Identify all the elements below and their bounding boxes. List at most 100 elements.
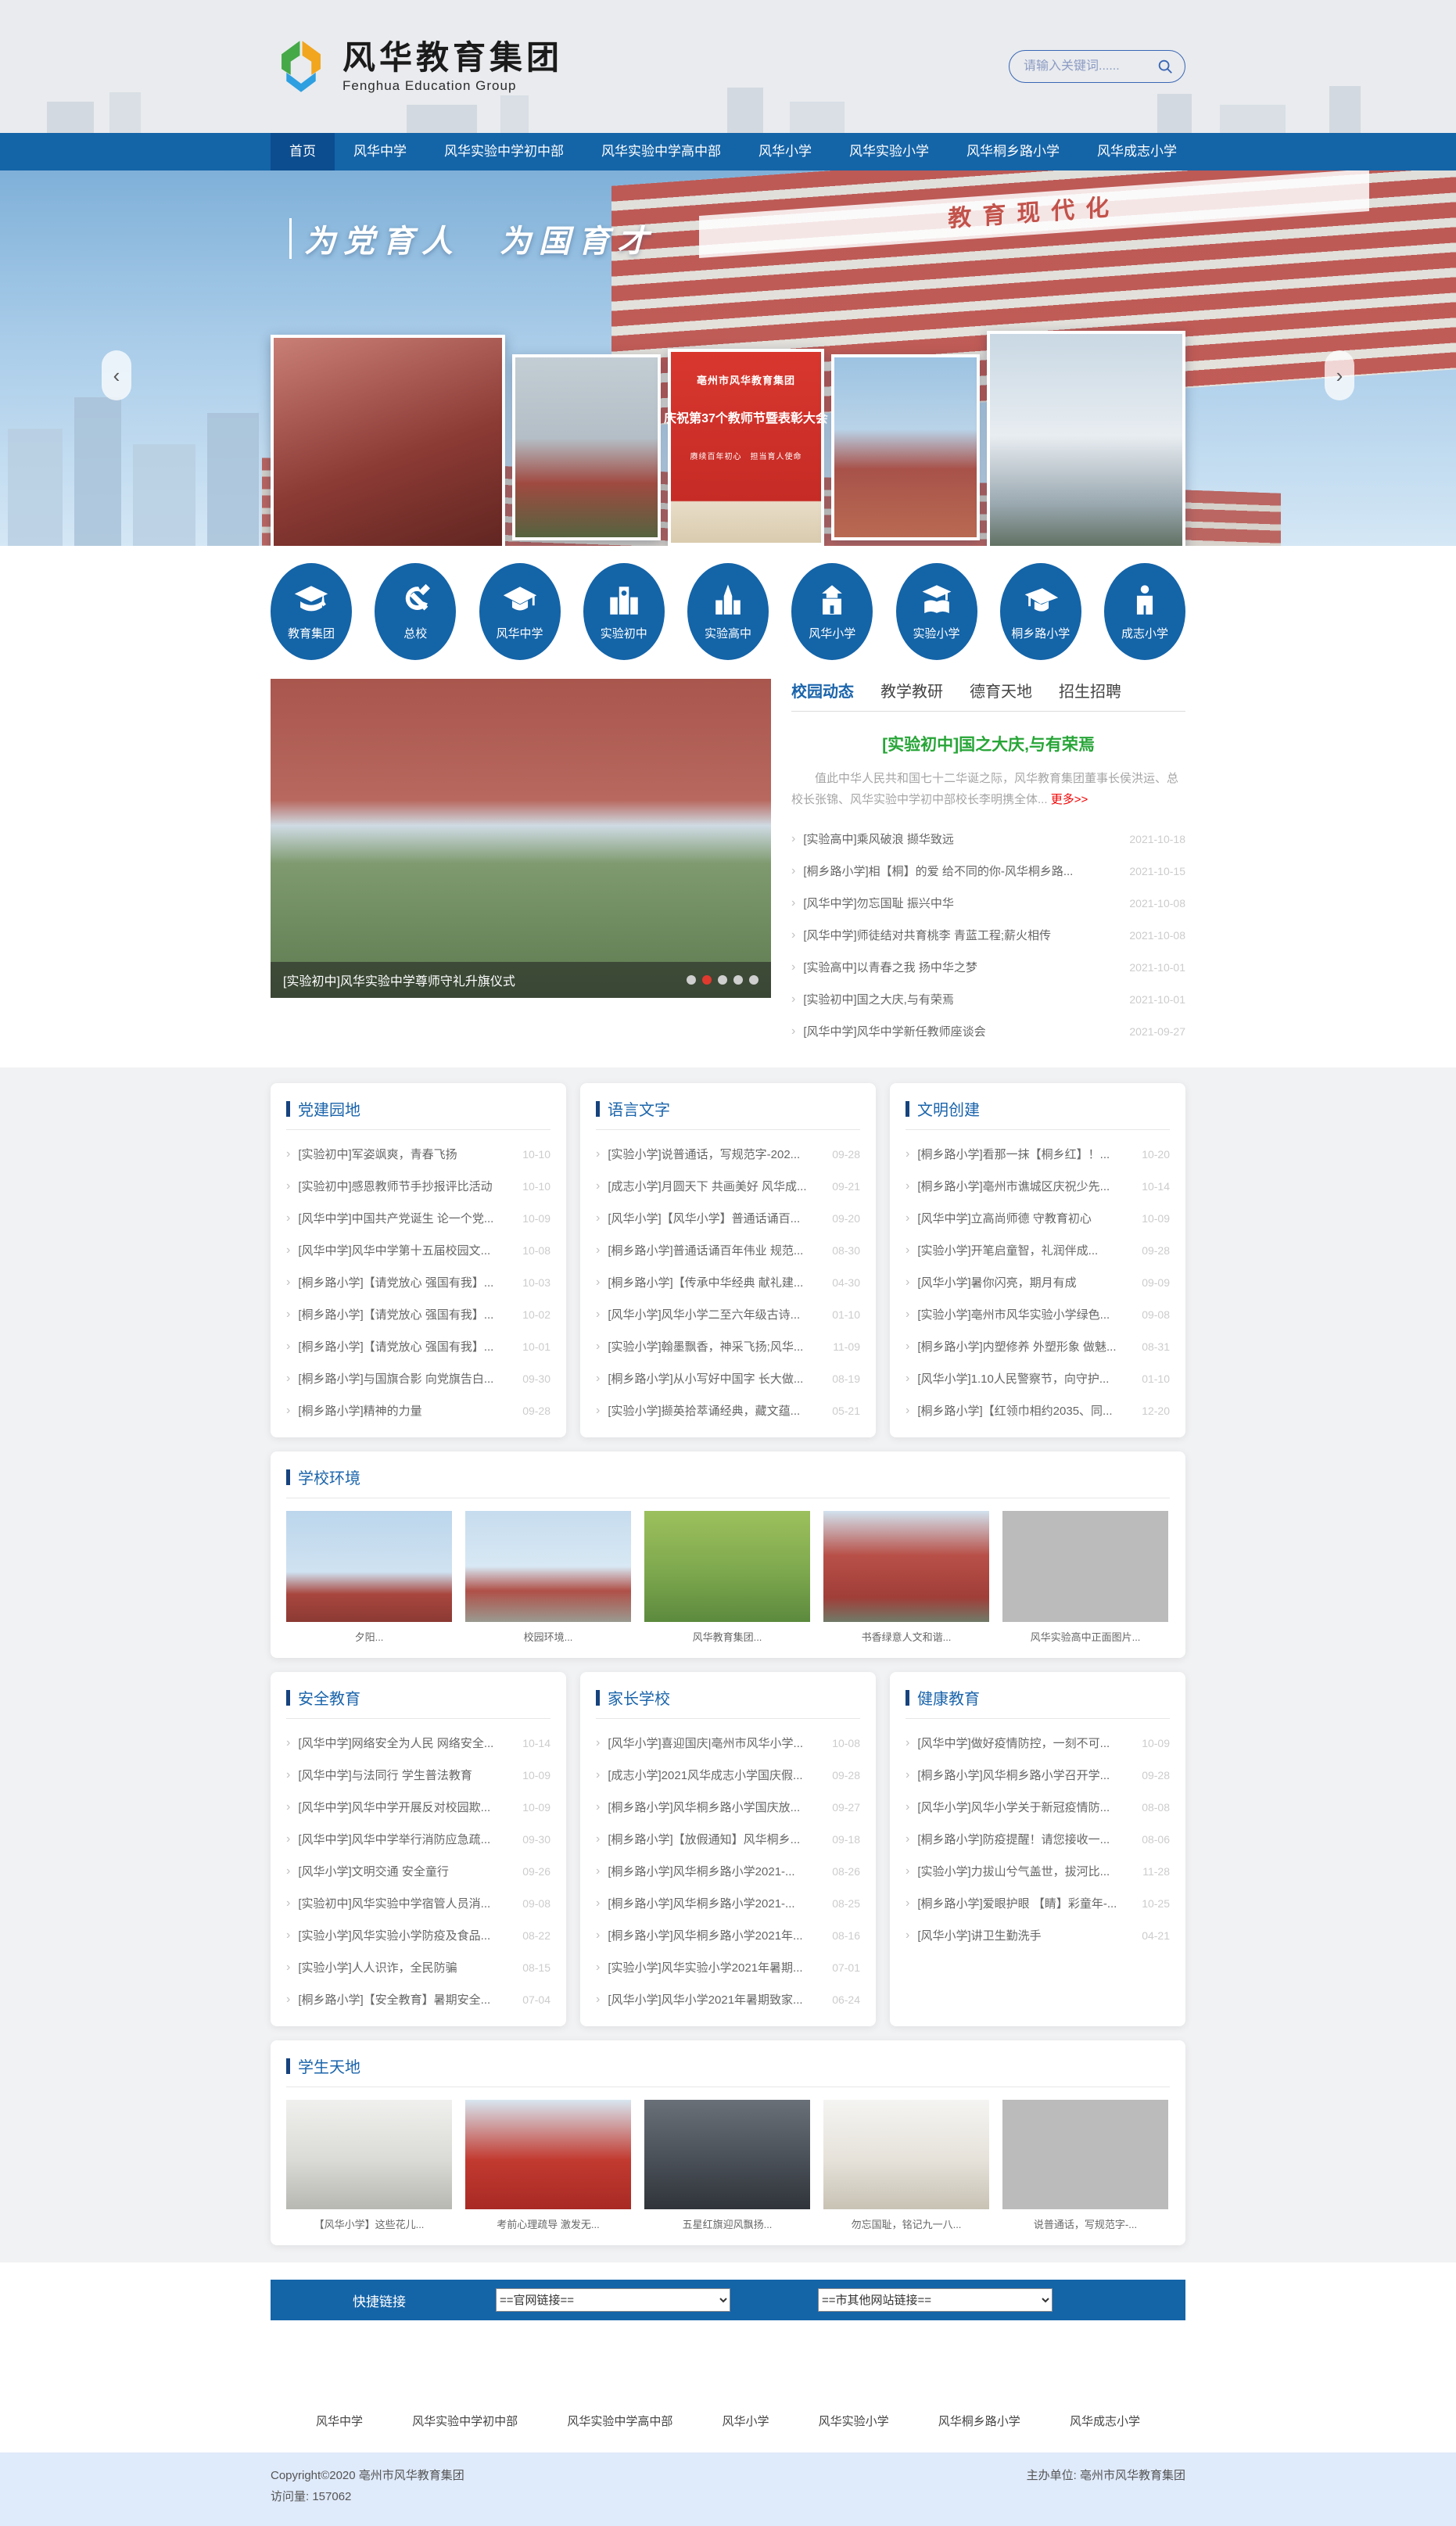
board-list-item[interactable]: [桐乡路小学]内塑修养 外塑形象 做魅...08-31 — [906, 1330, 1170, 1362]
dot-4[interactable] — [733, 975, 743, 985]
shortcut-fenghua-primary[interactable]: 风华小学 — [791, 563, 873, 660]
carousel-photo-5[interactable] — [987, 331, 1185, 546]
board-list-item[interactable]: [实验小学]人人识诈，全民防骗08-15 — [286, 1951, 550, 1983]
official-links-select[interactable]: ==官网链接== — [496, 2288, 730, 2312]
board-list-item[interactable]: [风华小学]喜迎国庆|亳州市风华小学...10-08 — [596, 1727, 860, 1759]
dot-5[interactable] — [749, 975, 758, 985]
featured-news-title[interactable]: [实验初中]国之大庆,与有荣焉 — [791, 732, 1185, 755]
board-list-item[interactable]: [风华小学]讲卫生勤洗手04-21 — [906, 1919, 1170, 1951]
carousel-poster[interactable]: 亳州市风华教育集团 庆祝第37个教师节暨表彰大会 赓续百年初心 担当育人使命 — [668, 349, 824, 546]
student-photo[interactable] — [823, 2100, 989, 2209]
other-sites-select[interactable]: ==市其他网站链接== — [818, 2288, 1053, 2312]
board-list-item[interactable]: [桐乡路小学]亳州市谯城区庆祝少先...10-14 — [906, 1170, 1170, 1202]
footer-school-link[interactable]: 风华小学 — [722, 2413, 769, 2429]
board-list-item[interactable]: [桐乡路小学]与国旗合影 向党旗告白...09-30 — [286, 1362, 550, 1394]
board-list-item[interactable]: [实验小学]翰墨飘香，神采飞扬;风华...11-09 — [596, 1330, 860, 1362]
board-list-item[interactable]: [实验小学]风华实验小学2021年暑期...07-01 — [596, 1951, 860, 1983]
carousel-photo-2[interactable] — [512, 354, 661, 540]
board-list-item[interactable]: [风华小学]风华小学二至六年级古诗...01-10 — [596, 1298, 860, 1330]
tab-campus-news[interactable]: 校园动态 — [791, 679, 854, 701]
news-list-item[interactable]: [实验高中]以青春之我 扬中华之梦 2021-10-01 — [791, 951, 1185, 983]
news-list-item[interactable]: [风华中学]勿忘国耻 振兴中华 2021-10-08 — [791, 887, 1185, 919]
dot-2-active[interactable] — [702, 975, 712, 985]
board-list-item[interactable]: [风华中学]立高尚师德 守教育初心10-09 — [906, 1202, 1170, 1234]
board-list-item[interactable]: [风华小学]风华小学关于新冠疫情防...08-08 — [906, 1791, 1170, 1823]
shortcut-education-group[interactable]: 教育集团 — [271, 563, 352, 660]
nav-item-school[interactable]: 风华成志小学 — [1078, 133, 1196, 170]
board-list-item[interactable]: [风华中学]做好疫情防控，一刻不可...10-09 — [906, 1727, 1170, 1759]
news-list-item[interactable]: [风华中学]风华中学新任教师座谈会 2021-09-27 — [791, 1015, 1185, 1047]
student-photo-item[interactable]: 【风华小学】这些花儿... — [286, 2100, 452, 2231]
environment-photo-item[interactable]: 校园环境... — [465, 1511, 631, 1644]
board-list-item[interactable]: [实验小学]说普通话，写规范字-202...09-28 — [596, 1138, 860, 1170]
board-list-item[interactable]: [桐乡路小学]【放假通知】风华桐乡...09-18 — [596, 1823, 860, 1855]
environment-photo-item[interactable]: 风华教育集团... — [644, 1511, 810, 1644]
student-photo-item[interactable]: 说普通话，写规范字-... — [1002, 2100, 1168, 2231]
board-list-item[interactable]: [桐乡路小学]【安全教育】暑期安全...07-04 — [286, 1983, 550, 2015]
board-list-item[interactable]: [风华小学]【风华小学】普通话诵百...09-20 — [596, 1202, 860, 1234]
board-list-item[interactable]: [桐乡路小学]从小写好中国字 长大做...08-19 — [596, 1362, 860, 1394]
shortcut-tongxiang-road-primary[interactable]: 桐乡路小学 — [1000, 563, 1081, 660]
board-list-item[interactable]: [桐乡路小学]风华桐乡路小学国庆放...09-27 — [596, 1791, 860, 1823]
news-tab[interactable]: 教学教研 — [880, 679, 943, 701]
nav-item-school[interactable]: 风华中学 — [335, 133, 425, 170]
news-list-item[interactable]: [实验高中]乘风破浪 撷华致远 2021-10-18 — [791, 823, 1185, 855]
news-list-item[interactable]: [实验初中]国之大庆,与有荣焉 2021-10-01 — [791, 983, 1185, 1015]
environment-photo[interactable] — [465, 1511, 631, 1622]
news-list-item[interactable]: [风华中学]师徒结对共育桃李 青蓝工程;薪火相传 2021-10-08 — [791, 919, 1185, 951]
shortcut-experimental-primary[interactable]: 实验小学 — [896, 563, 977, 660]
search-icon[interactable] — [1157, 58, 1174, 75]
board-list-item[interactable]: [成志小学]2021风华成志小学国庆假...09-28 — [596, 1759, 860, 1791]
board-list-item[interactable]: [风华中学]风华中学开展反对校园欺...10-09 — [286, 1791, 550, 1823]
board-list-item[interactable]: [风华中学]风华中学第十五届校园文...10-08 — [286, 1234, 550, 1266]
board-list-item[interactable]: [桐乡路小学]【请党放心 强国有我】...10-01 — [286, 1330, 550, 1362]
board-list-item[interactable]: [实验小学]开笔启童智，礼润伴成...09-28 — [906, 1234, 1170, 1266]
carousel-photo-4[interactable] — [831, 354, 980, 540]
footer-school-link[interactable]: 风华实验中学初中部 — [412, 2413, 518, 2429]
carousel-prev-arrow-icon[interactable]: ‹ — [102, 350, 131, 400]
board-list-item[interactable]: [风华小学]1.10人民警察节，向守护...01-10 — [906, 1362, 1170, 1394]
board-list-item[interactable]: [桐乡路小学]防疫提醒！请您接收一...08-06 — [906, 1823, 1170, 1855]
footer-school-link[interactable]: 风华中学 — [316, 2413, 363, 2429]
board-list-item[interactable]: [实验小学]亳州市风华实验小学绿色...09-08 — [906, 1298, 1170, 1330]
shortcut-experimental-junior[interactable]: 实验初中 — [583, 563, 665, 660]
board-list-item[interactable]: [桐乡路小学]精神的力量09-28 — [286, 1394, 550, 1426]
board-list-item[interactable]: [风华中学]网络安全为人民 网络安全...10-14 — [286, 1727, 550, 1759]
environment-photo[interactable] — [644, 1511, 810, 1622]
student-photo[interactable] — [1002, 2100, 1168, 2209]
environment-photo-item[interactable]: 书香绿意人文和谐... — [823, 1511, 989, 1644]
footer-school-link[interactable]: 风华桐乡路小学 — [938, 2413, 1020, 2429]
board-list-item[interactable]: [桐乡路小学]【红领巾相约2035、同...12-20 — [906, 1394, 1170, 1426]
board-list-item[interactable]: [桐乡路小学]风华桐乡路小学2021-...08-26 — [596, 1855, 860, 1887]
board-list-item[interactable]: [风华小学]文明交通 安全童行09-26 — [286, 1855, 550, 1887]
board-list-item[interactable]: [桐乡路小学]【请党放心 强国有我】...10-03 — [286, 1266, 550, 1298]
news-tab[interactable]: 德育天地 — [970, 679, 1032, 701]
carousel-next-arrow-icon[interactable]: › — [1325, 350, 1354, 400]
board-list-item[interactable]: [实验小学]风华实验小学防疫及食品...08-22 — [286, 1919, 550, 1951]
search-box[interactable] — [1009, 50, 1185, 83]
environment-photo[interactable] — [1002, 1511, 1168, 1622]
nav-item-school[interactable]: 风华实验中学初中部 — [425, 133, 583, 170]
board-list-item[interactable]: [风华中学]中国共产党诞生 论一个党...10-09 — [286, 1202, 550, 1234]
nav-item-school[interactable]: 风华实验中学高中部 — [583, 133, 740, 170]
student-photo-item[interactable]: 五星红旗迎风飘扬... — [644, 2100, 810, 2231]
board-list-item[interactable]: [桐乡路小学]风华桐乡路小学召开学...09-28 — [906, 1759, 1170, 1791]
more-link[interactable]: 更多>> — [1051, 793, 1088, 806]
news-tab[interactable]: 招生招聘 — [1059, 679, 1121, 701]
board-list-item[interactable]: [实验小学]撷英拾萃诵经典，藏文蕴...05-21 — [596, 1394, 860, 1426]
shortcut-chengzhi-primary[interactable]: 成志小学 — [1104, 563, 1185, 660]
board-list-item[interactable]: [桐乡路小学]【传承中华经典 献礼建...04-30 — [596, 1266, 860, 1298]
board-list-item[interactable]: [桐乡路小学]【请党放心 强国有我】...10-02 — [286, 1298, 550, 1330]
board-list-item[interactable]: [桐乡路小学]风华桐乡路小学2021年...08-16 — [596, 1919, 860, 1951]
nav-item-home[interactable]: 首页 — [271, 133, 335, 170]
board-list-item[interactable]: [实验小学]力拔山兮气盖世，拔河比...11-28 — [906, 1855, 1170, 1887]
board-list-item[interactable]: [风华中学]风华中学举行消防应急疏...09-30 — [286, 1823, 550, 1855]
carousel-photo-1[interactable] — [271, 335, 505, 546]
board-list-item[interactable]: [桐乡路小学]看那一抹【桐乡红】！...10-20 — [906, 1138, 1170, 1170]
board-list-item[interactable]: [风华小学]风华小学2021年暑期致家...06-24 — [596, 1983, 860, 2015]
nav-item-school[interactable]: 风华小学 — [740, 133, 830, 170]
dot-1[interactable] — [687, 975, 696, 985]
news-photo-carousel[interactable]: [实验初中]风华实验中学尊师守礼升旗仪式 — [271, 679, 771, 998]
site-logo[interactable]: 风华教育集团 Fenghua Education Group — [271, 34, 563, 99]
dot-3[interactable] — [718, 975, 727, 985]
